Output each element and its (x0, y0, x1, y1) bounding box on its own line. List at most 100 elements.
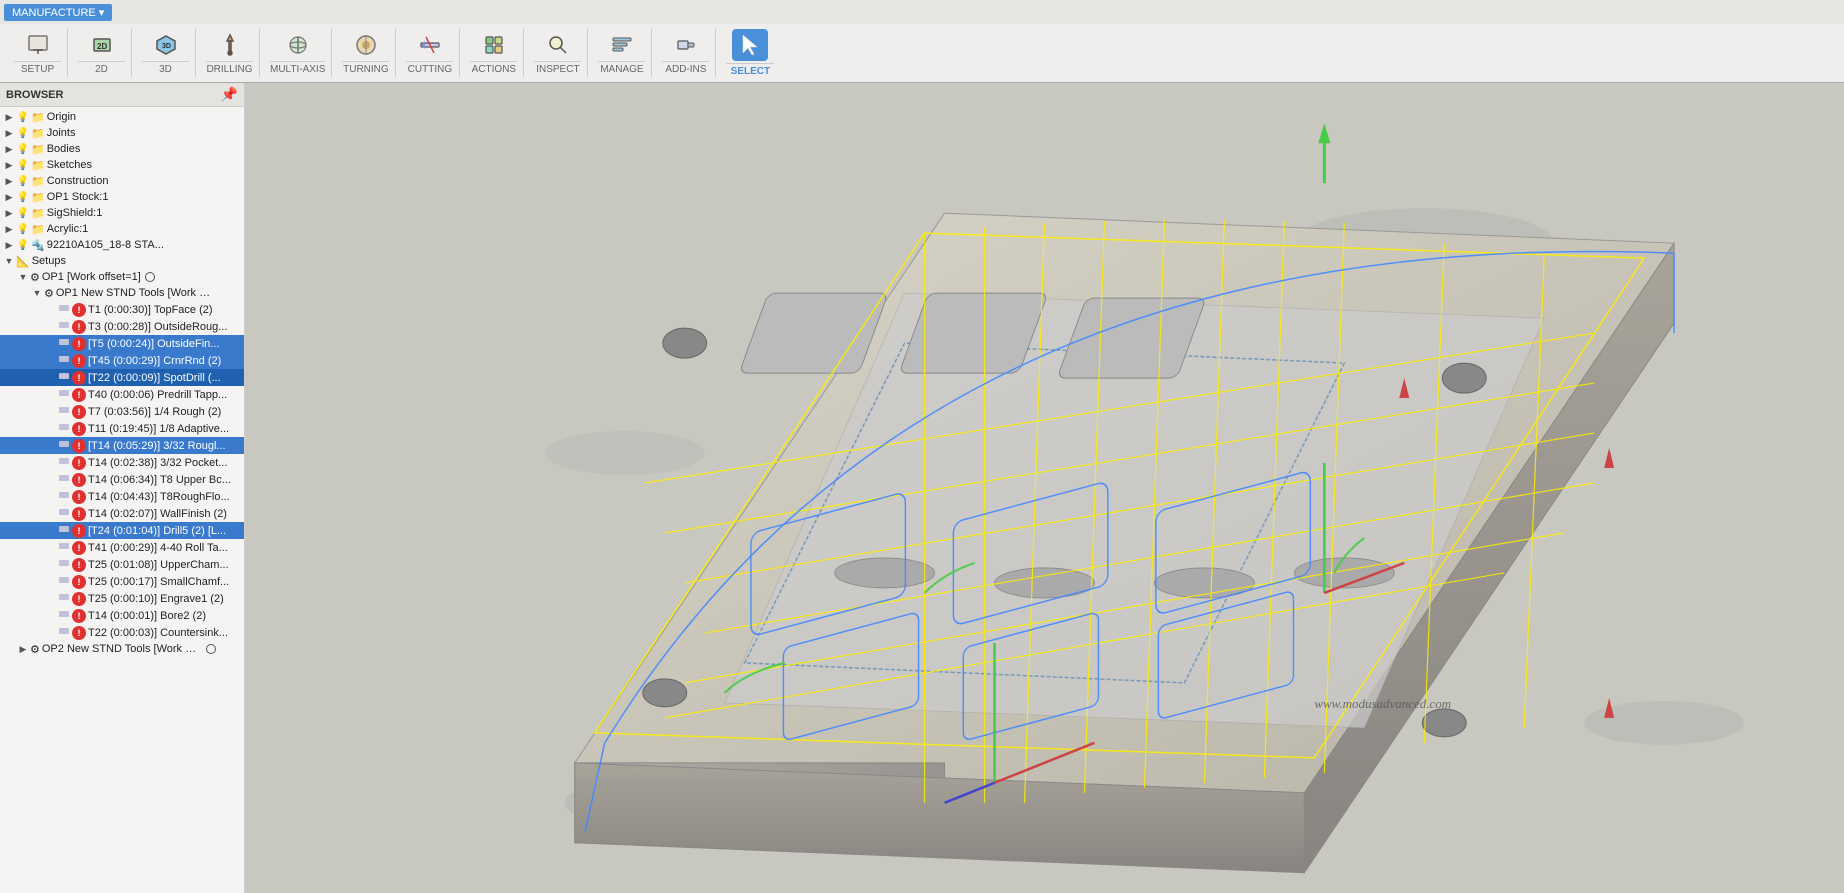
expand-btn-t41[interactable] (44, 541, 58, 555)
tree-item-t1[interactable]: !T1 (0:00:30)] TopFace (2) (0, 301, 244, 318)
expand-btn-sigshield[interactable]: ▶ (2, 206, 16, 220)
tree-item-op2[interactable]: ▶⚙OP2 New STND Tools [Work ot... (0, 641, 244, 657)
visibility-icon-acrylic[interactable]: 💡 (16, 222, 30, 236)
tree-item-op1[interactable]: ▼⚙OP1 [Work offset=1] (0, 269, 244, 285)
error-badge-t25b: ! (72, 575, 86, 589)
visibility-icon-construction[interactable]: 💡 (16, 174, 30, 188)
tree-item-bodies[interactable]: ▶💡📁Bodies (0, 141, 244, 157)
tree-item-t45[interactable]: ![T45 (0:00:29)] CrnrRnd (2) (0, 352, 244, 369)
expand-btn-acrylic[interactable]: ▶ (2, 222, 16, 236)
tree-item-origin[interactable]: ▶💡📁Origin (0, 109, 244, 125)
tree-item-t25a[interactable]: !T25 (0:01:08)] UpperCham... (0, 556, 244, 573)
tree-item-setups[interactable]: ▼📐Setups (0, 253, 244, 269)
expand-btn-t25a[interactable] (44, 558, 58, 572)
expand-btn-bodies[interactable]: ▶ (2, 142, 16, 156)
item-label-op2: OP2 New STND Tools [Work ot... (42, 643, 202, 655)
tree-item-t25c[interactable]: !T25 (0:00:10)] Engrave1 (2) (0, 590, 244, 607)
addins-button[interactable] (668, 31, 704, 59)
expand-btn-t3[interactable] (44, 320, 58, 334)
expand-btn-t25c[interactable] (44, 592, 58, 606)
tree-item-t5[interactable]: ![T5 (0:00:24)] OutsideFin... (0, 335, 244, 352)
tree-item-t25b[interactable]: !T25 (0:00:17)] SmallChamf... (0, 573, 244, 590)
tree-item-acrylic[interactable]: ▶💡📁Acrylic:1 (0, 221, 244, 237)
multiaxis-button[interactable] (280, 31, 316, 59)
expand-btn-setups[interactable]: ▼ (2, 254, 16, 268)
expand-btn-t40[interactable] (44, 388, 58, 402)
expand-btn-t25b[interactable] (44, 575, 58, 589)
tree-item-op1new[interactable]: ▼⚙OP1 New STND Tools [Work of... (0, 285, 244, 301)
tree-item-t14d[interactable]: !T14 (0:04:43)] T8RoughFlo... (0, 488, 244, 505)
expand-btn-op1stock[interactable]: ▶ (2, 190, 16, 204)
error-badge-t14b: ! (72, 456, 86, 470)
expand-btn-t45[interactable] (44, 354, 58, 368)
tree-item-sigshield[interactable]: ▶💡📁SigShield:1 (0, 205, 244, 221)
tree-item-t24[interactable]: ![T24 (0:01:04)] Drill5 (2) [L... (0, 522, 244, 539)
tree-item-part[interactable]: ▶💡🔩92210A105_18-8 STA... (0, 237, 244, 253)
visibility-icon-joints[interactable]: 💡 (16, 126, 30, 140)
tree-item-t41[interactable]: !T41 (0:00:29)] 4-40 Roll Ta... (0, 539, 244, 556)
tree-item-joints[interactable]: ▶💡📁Joints (0, 125, 244, 141)
expand-btn-t14a[interactable] (44, 439, 58, 453)
expand-btn-op1[interactable]: ▼ (16, 270, 30, 284)
expand-btn-t24[interactable] (44, 524, 58, 538)
expand-btn-t5[interactable] (44, 337, 58, 351)
tree-item-t14f[interactable]: !T14 (0:00:01)] Bore2 (2) (0, 607, 244, 624)
visibility-icon-sketches[interactable]: 💡 (16, 158, 30, 172)
3d-button[interactable]: 3D (148, 31, 184, 59)
expand-btn-t22b[interactable] (44, 626, 58, 640)
svg-text:3D: 3D (162, 43, 171, 50)
tree-item-t14c[interactable]: !T14 (0:06:34)] T8 Upper Bc... (0, 471, 244, 488)
setup-button[interactable] (20, 31, 56, 59)
drilling-button[interactable] (212, 31, 248, 59)
expand-btn-t22a[interactable] (44, 371, 58, 385)
tree-item-t3[interactable]: !T3 (0:00:28)] OutsideRoug... (0, 318, 244, 335)
actions-button[interactable] (476, 31, 512, 59)
browser-content[interactable]: ▶💡📁Origin▶💡📁Joints▶💡📁Bodies▶💡📁Sketches▶💡… (0, 107, 244, 893)
turning-button[interactable] (348, 31, 384, 59)
select-button[interactable] (732, 29, 768, 61)
expand-btn-part[interactable]: ▶ (2, 238, 16, 252)
expand-btn-t1[interactable] (44, 303, 58, 317)
expand-btn-t14b[interactable] (44, 456, 58, 470)
expand-btn-construction[interactable]: ▶ (2, 174, 16, 188)
2d-button[interactable]: 2D (84, 31, 120, 59)
expand-btn-op2[interactable]: ▶ (16, 642, 30, 656)
browser-pin-icon[interactable]: 📌 (221, 86, 238, 103)
tree-item-sketches[interactable]: ▶💡📁Sketches (0, 157, 244, 173)
tree-item-t22b[interactable]: !T22 (0:00:03)] Countersink... (0, 624, 244, 641)
expand-btn-t14e[interactable] (44, 507, 58, 521)
tree-item-op1stock[interactable]: ▶💡📁OP1 Stock:1 (0, 189, 244, 205)
expand-btn-t11[interactable] (44, 422, 58, 436)
tree-item-t40[interactable]: !T40 (0:00:06) Predrill Tapp... (0, 386, 244, 403)
expand-btn-sketches[interactable]: ▶ (2, 158, 16, 172)
expand-btn-joints[interactable]: ▶ (2, 126, 16, 140)
expand-btn-t14d[interactable] (44, 490, 58, 504)
visibility-icon-origin[interactable]: 💡 (16, 110, 30, 124)
error-badge-t5: ! (72, 337, 86, 351)
item-label-op1stock: OP1 Stock:1 (47, 191, 109, 203)
tree-item-t14e[interactable]: !T14 (0:02:07)] WallFinish (2) (0, 505, 244, 522)
ribbon-group-3d: 3D 3D (136, 29, 196, 77)
expand-btn-t7[interactable] (44, 405, 58, 419)
visibility-icon-part[interactable]: 💡 (16, 238, 30, 252)
expand-btn-origin[interactable]: ▶ (2, 110, 16, 124)
tree-item-t7[interactable]: !T7 (0:03:56)] 1/4 Rough (2) (0, 403, 244, 420)
tree-item-t11[interactable]: !T11 (0:19:45)] 1/8 Adaptive... (0, 420, 244, 437)
tree-item-t22a[interactable]: ![T22 (0:00:09)] SpotDrill (... (0, 369, 244, 386)
viewport[interactable]: TOP FRONT RIGHT PRO www.modusadvanced.co… (245, 83, 1844, 893)
visibility-icon-bodies[interactable]: 💡 (16, 142, 30, 156)
tree-item-construction[interactable]: ▶💡📁Construction (0, 173, 244, 189)
error-badge-t41: ! (72, 541, 86, 555)
expand-btn-t14f[interactable] (44, 609, 58, 623)
tree-item-t14b[interactable]: !T14 (0:02:38)] 3/32 Pocket... (0, 454, 244, 471)
menu-manufacture[interactable]: MANUFACTURE ▾ (4, 4, 112, 21)
visibility-icon-sigshield[interactable]: 💡 (16, 206, 30, 220)
cutting-button[interactable] (412, 31, 448, 59)
expand-btn-t14c[interactable] (44, 473, 58, 487)
visibility-icon-op1stock[interactable]: 💡 (16, 190, 30, 204)
tree-item-t14a[interactable]: ![T14 (0:05:29)] 3/32 Rougl... (0, 437, 244, 454)
manage-button[interactable] (604, 31, 640, 59)
inspect-button[interactable] (540, 31, 576, 59)
select-label: SELECT (726, 63, 774, 77)
expand-btn-op1new[interactable]: ▼ (30, 286, 44, 300)
